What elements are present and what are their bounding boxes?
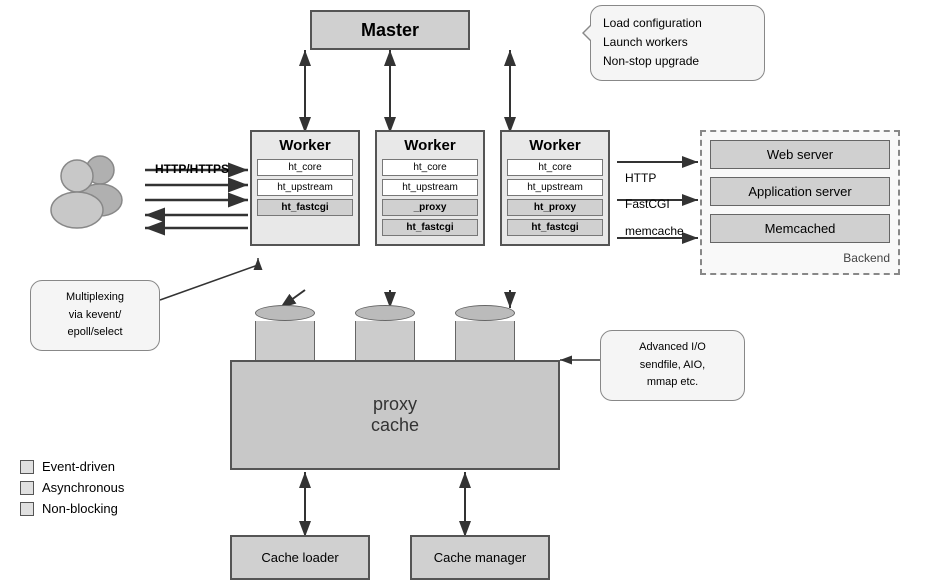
http-https-label: HTTP/HTTPS [155,162,229,176]
legend: Event-driven Asynchronous Non-blocking [20,459,124,522]
app-server-item: Application server [710,177,890,206]
legend-square-2 [20,481,34,495]
legend-label-2: Asynchronous [42,480,124,495]
worker-3-module-4: ht_fastcgi [507,219,603,236]
worker-1-module-1: ht_core [257,159,353,176]
legend-item-2: Asynchronous [20,480,124,495]
diagram-container: HTTP/HTTPS Master Load configuration Lau… [0,0,944,587]
worker-2-title: Worker [382,137,478,154]
worker-box-1: Worker ht_core ht_upstream ht_fastcgi [250,130,360,246]
worker-3-module-3: ht_proxy [507,199,603,216]
legend-square-3 [20,502,34,516]
worker-2-module-1: ht_core [382,159,478,176]
worker-3-title: Worker [507,137,603,154]
worker-3-module-2: ht_upstream [507,179,603,196]
master-callout-line2: Launch workers [603,33,752,52]
worker-1-module-2: ht_upstream [257,179,353,196]
cyl-2-top [355,305,415,321]
cyl-1-top [255,305,315,321]
master-callout-line1: Load configuration [603,14,752,33]
master-callout-line3: Non-stop upgrade [603,52,752,71]
worker-1-module-3: ht_fastcgi [257,199,353,216]
web-server-item: Web server [710,140,890,169]
multiplex-callout: Multiplexingvia kevent/epoll/select [30,280,160,351]
worker-3-module-1: ht_core [507,159,603,176]
worker-2-module-3: _proxy [382,199,478,216]
worker-2-module-4: ht_fastcgi [382,219,478,236]
legend-item-3: Non-blocking [20,501,124,516]
protocol-labels: HTTP FastCGI memcache [625,165,684,244]
legend-label-1: Event-driven [42,459,115,474]
legend-item-1: Event-driven [20,459,124,474]
legend-square-1 [20,460,34,474]
memcache-protocol-label: memcache [625,218,684,244]
fastcgi-protocol-label: FastCGI [625,191,684,217]
backend-panel: Web server Application server Memcached … [700,130,900,275]
legend-label-3: Non-blocking [42,501,118,516]
cache-manager-label: Cache manager [434,550,527,565]
advio-callout: Advanced I/Osendfile, AIO,mmap etc. [600,330,745,401]
worker-box-3: Worker ht_core ht_upstream ht_proxy ht_f… [500,130,610,246]
master-label: Master [361,20,419,41]
proxy-cache-box: proxycache [230,360,560,470]
users-icon [42,148,132,233]
proxy-cache-label: proxycache [371,394,419,436]
master-callout: Load configuration Launch workers Non-st… [590,5,765,81]
http-protocol-label: HTTP [625,165,684,191]
multiplex-text: Multiplexingvia kevent/epoll/select [66,291,124,338]
worker-1-title: Worker [257,137,353,154]
backend-label: Backend [710,251,890,265]
master-box: Master [310,10,470,50]
advio-text: Advanced I/Osendfile, AIO,mmap etc. [639,341,706,388]
workers-area: Worker ht_core ht_upstream ht_fastcgi Wo… [250,130,610,246]
cache-manager-box: Cache manager [410,535,550,580]
cyl-3-top [455,305,515,321]
cache-bottom: Cache loader Cache manager [230,535,550,580]
worker-box-2: Worker ht_core ht_upstream _proxy ht_fas… [375,130,485,246]
cache-loader-box: Cache loader [230,535,370,580]
worker-2-module-2: ht_upstream [382,179,478,196]
cache-loader-label: Cache loader [261,550,338,565]
memcached-item: Memcached [710,214,890,243]
